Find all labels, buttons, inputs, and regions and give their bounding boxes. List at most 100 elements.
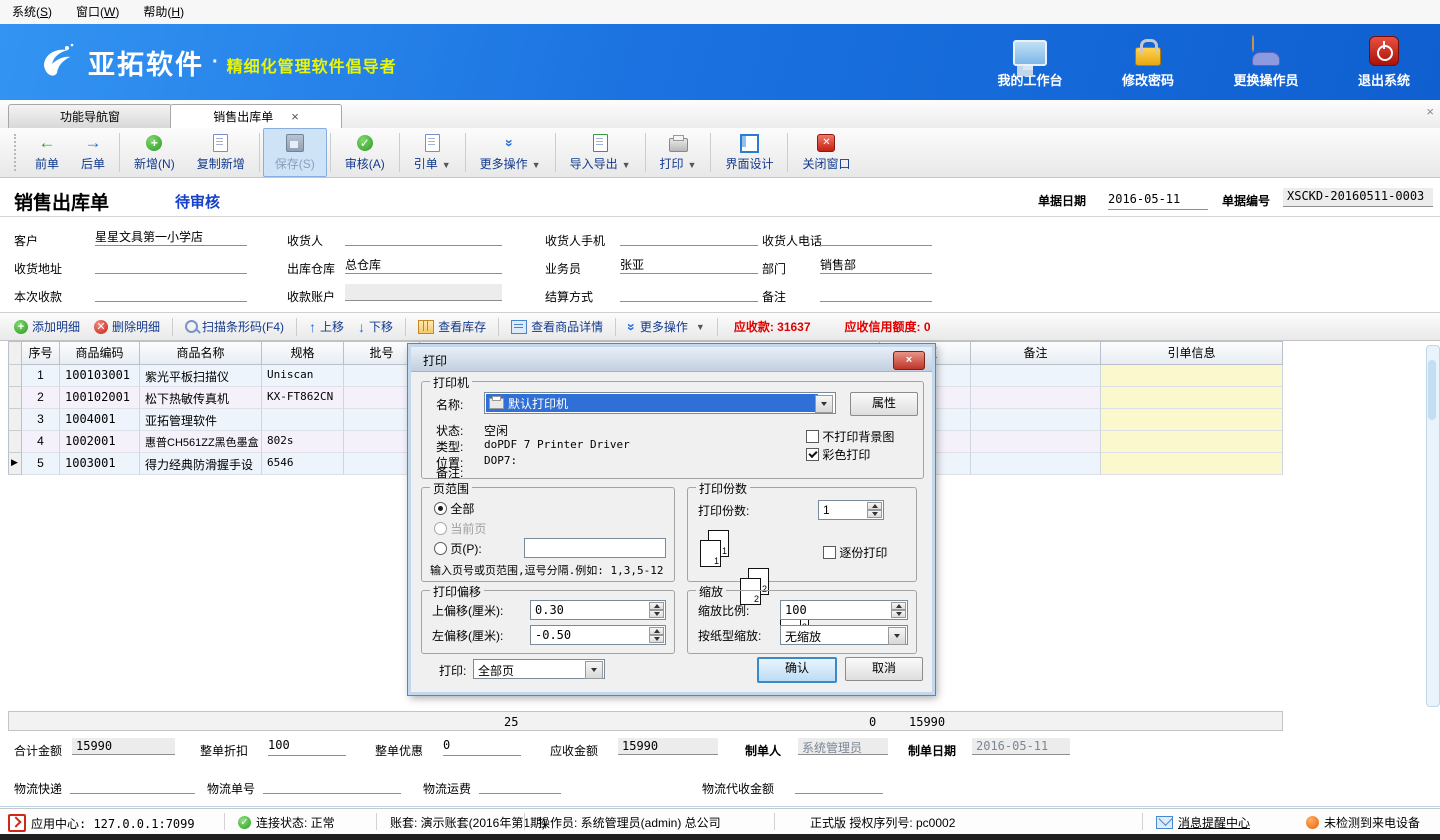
reduce-field[interactable]: 0 [443, 738, 521, 756]
tab-nav-window[interactable]: 功能导航窗 [8, 104, 172, 129]
combo-dropdown-icon[interactable] [815, 395, 833, 413]
printer-status-value: 空闲 [484, 422, 508, 439]
consignee-field[interactable] [345, 228, 502, 246]
col-header-spec[interactable]: 规格 [262, 341, 344, 365]
logi-cod-field[interactable] [795, 776, 883, 794]
dialog-close-icon[interactable]: × [893, 351, 925, 370]
view-item-detail-button[interactable]: 查看商品详情 [507, 318, 607, 335]
salesman-field[interactable]: 张亚 [620, 256, 758, 274]
row-selector[interactable] [8, 365, 22, 387]
cancel-button[interactable]: 取消 [845, 657, 923, 681]
switch-operator-button[interactable]: 更换操作员 [1228, 32, 1304, 89]
change-password-button[interactable]: 修改密码 [1110, 32, 1186, 89]
prev-doc-button[interactable]: ←前单 [24, 128, 70, 177]
col-header-name[interactable]: 商品名称 [140, 341, 262, 365]
print-button[interactable]: 打印▼ [649, 128, 708, 177]
menu-help[interactable]: 帮助(H) [131, 0, 196, 24]
col-header-ref[interactable]: 引单信息 [1101, 341, 1283, 365]
logi-fee-field[interactable] [479, 776, 561, 794]
logi-express-field[interactable] [70, 776, 195, 794]
doc-date-field[interactable]: 2016-05-11 [1108, 176, 1208, 210]
move-up-button[interactable]: ↑上移 [305, 318, 348, 335]
zoom-ratio-input[interactable]: 100 [780, 600, 908, 620]
combo-dropdown-icon[interactable] [888, 627, 906, 645]
discount-field[interactable]: 100 [268, 738, 346, 756]
col-header-remark[interactable]: 备注 [971, 341, 1101, 365]
col-header-seq[interactable]: 序号 [22, 341, 60, 365]
spinner-arrows[interactable] [649, 602, 664, 618]
move-down-button[interactable]: ↓下移 [354, 318, 397, 335]
divider [0, 806, 1440, 807]
left-offset-input[interactable]: -0.50 [530, 625, 666, 645]
menu-window[interactable]: 窗口(W) [64, 0, 131, 24]
confirm-button[interactable]: 确认 [757, 657, 837, 683]
row-selector[interactable] [8, 431, 22, 453]
view-stock-button[interactable]: 查看库存 [414, 318, 490, 335]
spinner-arrows[interactable] [867, 502, 882, 518]
detail-more-ops-button[interactable]: »更多操作▼ [624, 318, 709, 335]
ui-design-button[interactable]: 界面设计 [714, 128, 784, 177]
more-ops-button[interactable]: »更多操作▼ [469, 128, 552, 177]
range-hint: 输入页号或页范围,逗号分隔.例如: 1,3,5-12 [430, 562, 663, 578]
top-offset-input[interactable]: 0.30 [530, 600, 666, 620]
scan-barcode-button[interactable]: 扫描条形码(F4) [181, 318, 288, 335]
add-detail-button[interactable]: +添加明细 [10, 318, 84, 335]
total-amount-field: 15990 [72, 738, 175, 755]
color-print-checkbox[interactable]: 彩色打印 [806, 446, 870, 463]
message-center-link[interactable]: 消息提醒中心 [1156, 814, 1250, 831]
row-selector[interactable] [8, 409, 22, 431]
no-bg-checkbox[interactable]: 不打印背景图 [806, 428, 894, 445]
audit-button[interactable]: ✓审核(A) [334, 128, 396, 177]
row-selector[interactable] [8, 387, 22, 409]
zoom-group: 缩放 缩放比例: 100 按纸型缩放: 无缩放 [687, 590, 917, 654]
exit-system-button[interactable]: 退出系统 [1346, 32, 1422, 89]
scrollbar-thumb[interactable] [1428, 360, 1436, 420]
printer-props-button[interactable]: 属性 [850, 392, 918, 416]
department-field[interactable]: 销售部 [820, 256, 932, 274]
lock-icon [1135, 32, 1161, 66]
logi-no-field[interactable] [263, 776, 401, 794]
consignee-mobile-field[interactable] [620, 228, 758, 246]
workbench-button[interactable]: 我的工作台 [992, 32, 1068, 89]
print-dialog-titlebar[interactable]: 打印 × [411, 347, 932, 372]
new-button[interactable]: +新增(N) [123, 128, 186, 177]
address-field[interactable] [95, 256, 247, 274]
close-window-button[interactable]: ✕关闭窗口 [791, 128, 861, 177]
current-row-indicator[interactable]: ▶ [8, 453, 22, 475]
tab-sales-outbound[interactable]: 销售出库单× [170, 104, 342, 130]
spinner-arrows[interactable] [891, 602, 906, 618]
warehouse-field[interactable]: 总仓库 [345, 256, 502, 274]
payment-field[interactable] [95, 284, 247, 302]
next-doc-button[interactable]: →后单 [70, 128, 116, 177]
doc-no-label: 单据编号 [1222, 192, 1270, 209]
copy-new-button[interactable]: 复制新增 [186, 128, 256, 177]
tab-close-icon[interactable]: × [291, 109, 299, 124]
collate-checkbox[interactable]: 逐份打印 [823, 544, 887, 561]
printer-status-label: 状态: [436, 422, 463, 439]
delete-detail-button[interactable]: ✕删除明细 [90, 318, 164, 335]
range-pages-radio[interactable]: 页(P): [434, 540, 482, 557]
range-all-radio[interactable]: 全部 [434, 500, 474, 517]
consignee-label: 收货人 [287, 232, 323, 249]
settlement-field[interactable] [620, 284, 758, 302]
pages-input[interactable] [524, 538, 666, 558]
menu-system[interactable]: 系统(S) [0, 0, 64, 24]
ref-doc-button[interactable]: 引单▼ [403, 128, 462, 177]
paper-zoom-select[interactable]: 无缩放 [780, 625, 908, 645]
save-button[interactable]: 保存(S) [263, 128, 327, 177]
vertical-scrollbar[interactable] [1426, 345, 1440, 707]
spinner-arrows[interactable] [649, 627, 664, 643]
print-what-select[interactable]: 全部页 [473, 659, 605, 679]
customer-field[interactable]: 星星文具第一小学店 [95, 228, 247, 246]
combo-dropdown-icon[interactable] [585, 661, 603, 679]
printer-name-combo[interactable]: 默认打印机 [484, 392, 836, 414]
cell-name: 紫光平板扫描仪 [140, 365, 262, 387]
range-current-radio[interactable]: 当前页 [434, 520, 486, 537]
status-separator [524, 813, 525, 830]
consignee-phone-field[interactable] [820, 228, 932, 246]
col-header-code[interactable]: 商品编码 [60, 341, 140, 365]
import-export-button[interactable]: 导入导出▼ [559, 128, 642, 177]
workspace-close-icon[interactable]: × [1426, 104, 1434, 119]
copies-input[interactable]: 1 [818, 500, 884, 520]
remark-field[interactable] [820, 284, 932, 302]
